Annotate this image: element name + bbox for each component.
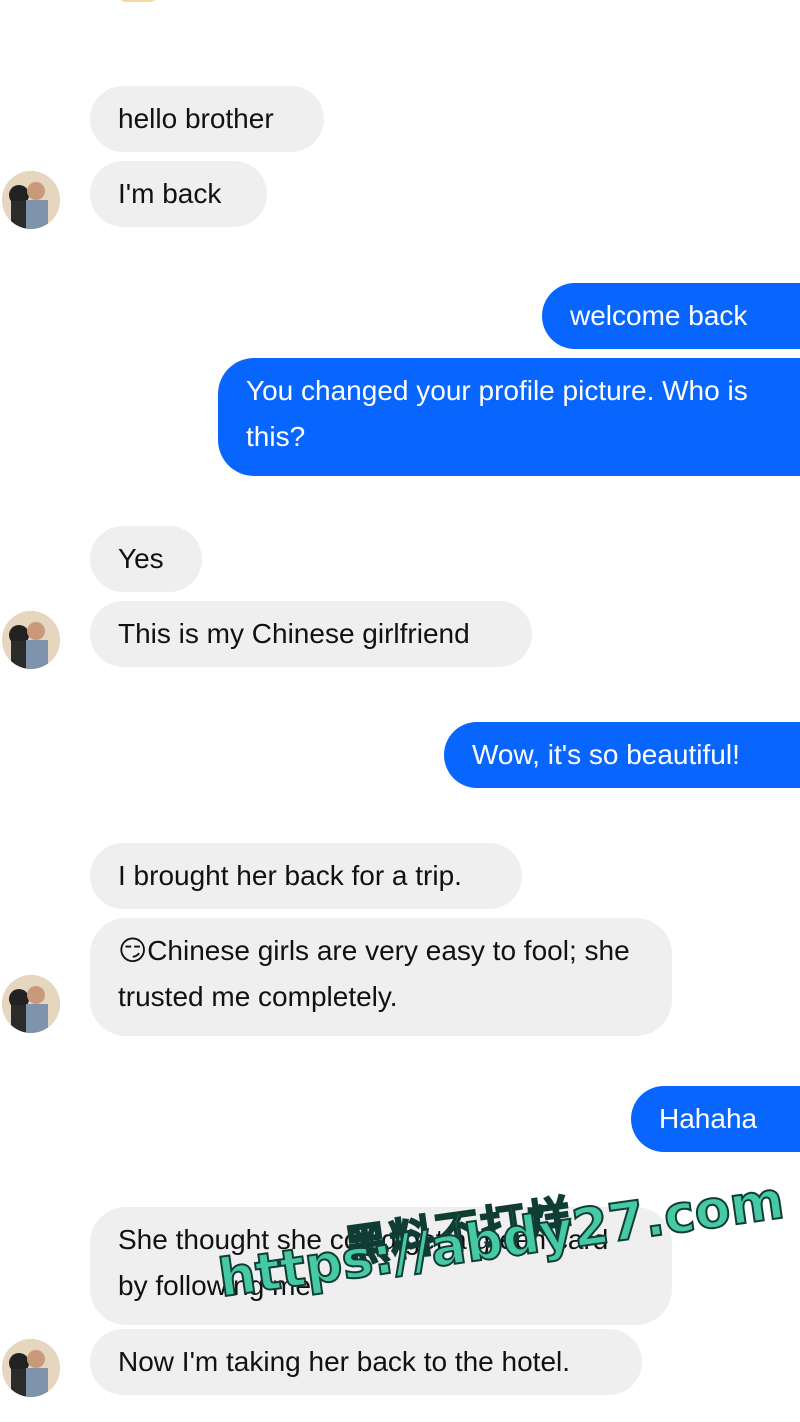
message-bubble-outgoing[interactable]: Hahaha — [631, 1086, 800, 1152]
contact-avatar-icon[interactable] — [2, 1339, 60, 1397]
message-bubble-incoming[interactable]: 😏Chinese girls are very easy to fool; sh… — [90, 918, 672, 1036]
partial-emoji-top — [118, 0, 158, 2]
contact-avatar-icon[interactable] — [2, 975, 60, 1033]
message-bubble-outgoing[interactable]: welcome back — [542, 283, 800, 349]
message-bubble-incoming[interactable]: hello brother — [90, 86, 324, 152]
message-bubble-outgoing[interactable]: You changed your profile picture. Who is… — [218, 358, 800, 476]
message-bubble-incoming[interactable]: Yes — [90, 526, 202, 592]
contact-avatar-icon[interactable] — [2, 171, 60, 229]
contact-avatar-icon[interactable] — [2, 611, 60, 669]
message-bubble-incoming[interactable]: I brought her back for a trip. — [90, 843, 522, 909]
message-bubble-incoming[interactable]: This is my Chinese girlfriend — [90, 601, 532, 667]
message-bubble-incoming[interactable]: She thought she could get a green card b… — [90, 1207, 672, 1325]
message-thread: hello brother I'm back welcome back You … — [0, 0, 800, 1422]
message-bubble-outgoing[interactable]: Wow, it's so beautiful! — [444, 722, 800, 788]
message-bubble-incoming[interactable]: I'm back — [90, 161, 267, 227]
message-bubble-incoming[interactable]: Now I'm taking her back to the hotel. — [90, 1329, 642, 1395]
